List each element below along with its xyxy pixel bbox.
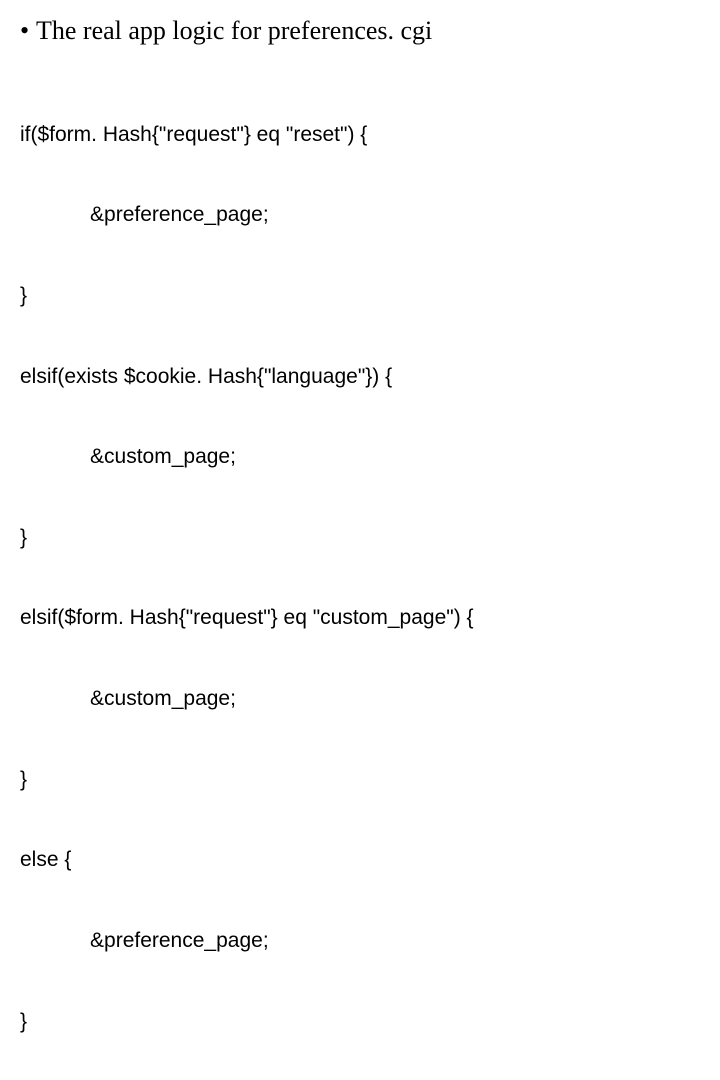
code-line: else {	[20, 847, 700, 874]
code-line: if($form. Hash{"request"} eq "reset") {	[20, 122, 700, 149]
code-line: }	[20, 1009, 700, 1036]
code-line: elsif($form. Hash{"request"} eq "custom_…	[20, 605, 700, 632]
bullet-dot-icon: •	[20, 16, 36, 46]
code-line: &custom_page;	[20, 686, 700, 713]
slide: •The real app logic for preferences. cgi…	[0, 0, 720, 540]
code-block: if($form. Hash{"request"} eq "reset") { …	[20, 68, 700, 1080]
code-line: &preference_page;	[20, 202, 700, 229]
code-line: elsif(exists $cookie. Hash{"language"}) …	[20, 364, 700, 391]
code-line: }	[20, 283, 700, 310]
code-line: &custom_page;	[20, 444, 700, 471]
code-line: }	[20, 525, 700, 552]
code-line: &preference_page;	[20, 928, 700, 955]
code-line: }	[20, 767, 700, 794]
bullet-top-text: The real app logic for preferences. cgi	[36, 16, 432, 45]
bullet-top: •The real app logic for preferences. cgi	[20, 16, 700, 46]
